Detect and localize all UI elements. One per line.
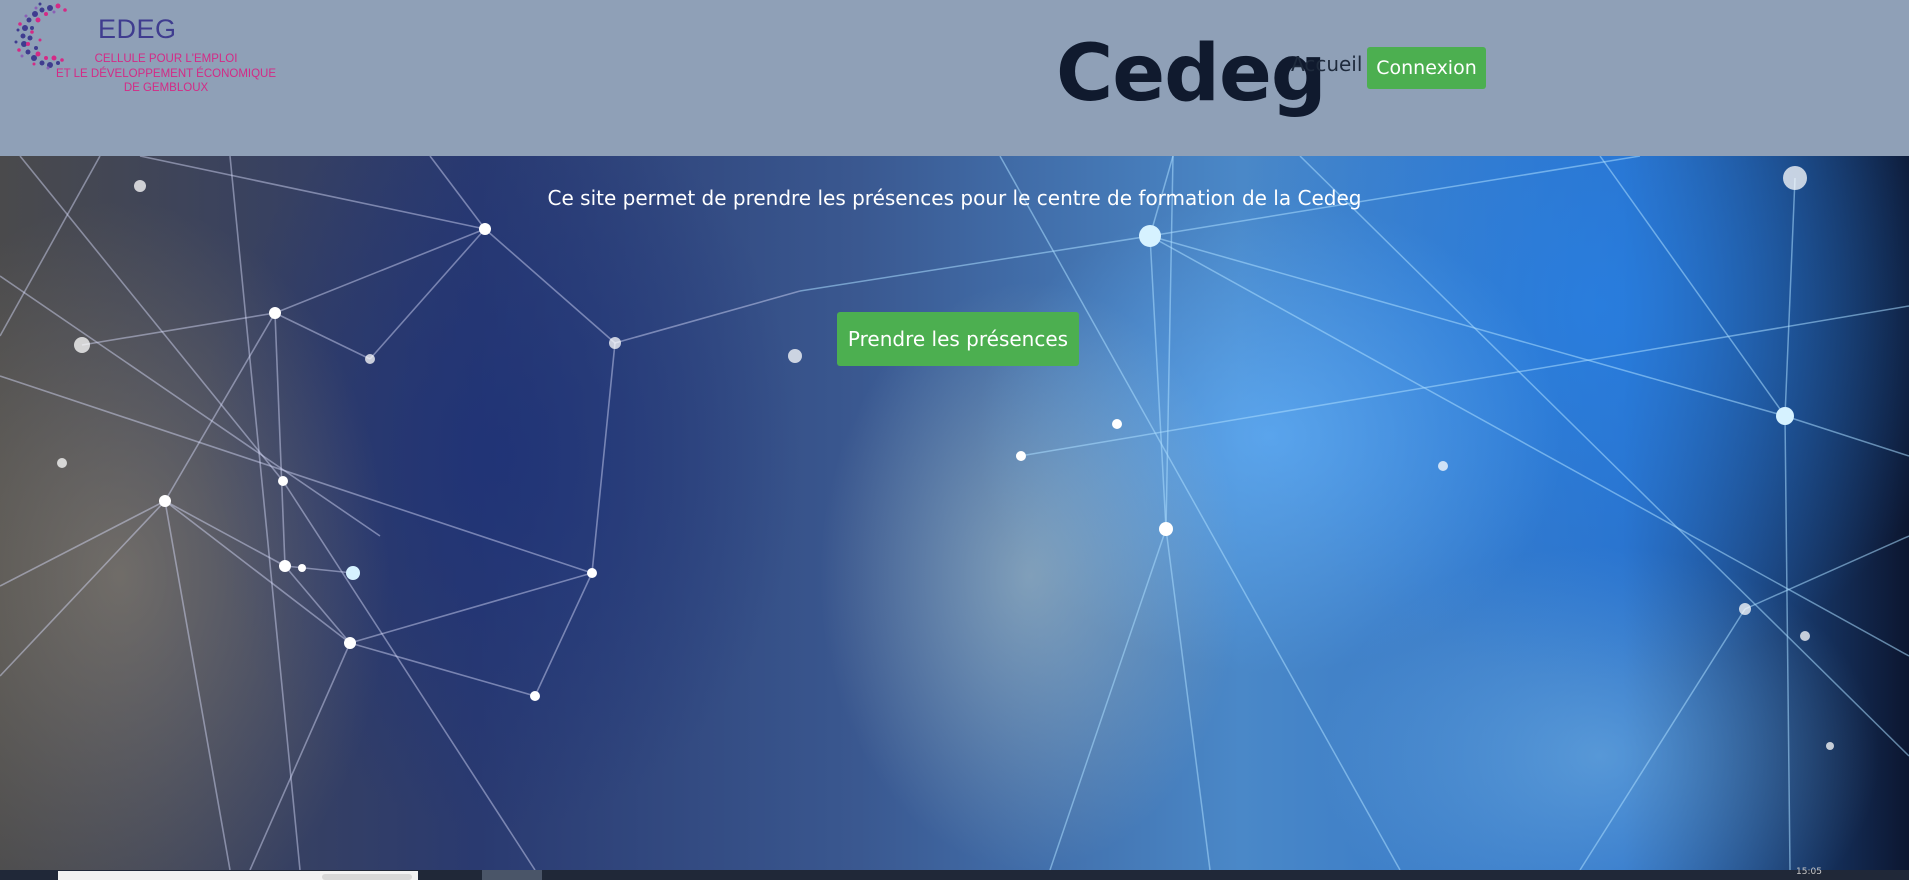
hero-description: Ce site permet de prendre les présences … xyxy=(0,186,1909,210)
login-button[interactable]: Connexion xyxy=(1367,47,1486,89)
cedeg-logo[interactable]: EDEG Cellule pour l'emploi et le dévelop… xyxy=(10,0,300,100)
taskbar-clock: 15:05 xyxy=(1796,867,1822,877)
site-header: EDEG Cellule pour l'emploi et le dévelop… xyxy=(0,0,1909,156)
network-background-image xyxy=(0,156,1909,870)
hero-description-text: Ce site permet de prendre les présences … xyxy=(547,186,1362,210)
taskbar-active-app[interactable] xyxy=(482,870,542,880)
logo-tagline-line: et le développement économique xyxy=(55,67,277,80)
take-attendance-button[interactable]: Prendre les présences xyxy=(837,312,1079,366)
site-title: Cedeg xyxy=(1056,29,1327,119)
logo-tagline-line: de Gembloux xyxy=(123,82,209,94)
logo-wordmark: EDEG xyxy=(98,14,177,44)
logo-tagline-line: Cellule pour l'emploi xyxy=(94,53,238,65)
os-taskbar: 15:05 xyxy=(0,867,1909,880)
hero-section: Ce site permet de prendre les présences … xyxy=(0,156,1909,870)
logo-tagline: Cellule pour l'emploi et le développemen… xyxy=(46,52,286,96)
nav-link-accueil[interactable]: Accueil xyxy=(1291,52,1362,76)
taskbar-search-pill xyxy=(322,874,412,880)
